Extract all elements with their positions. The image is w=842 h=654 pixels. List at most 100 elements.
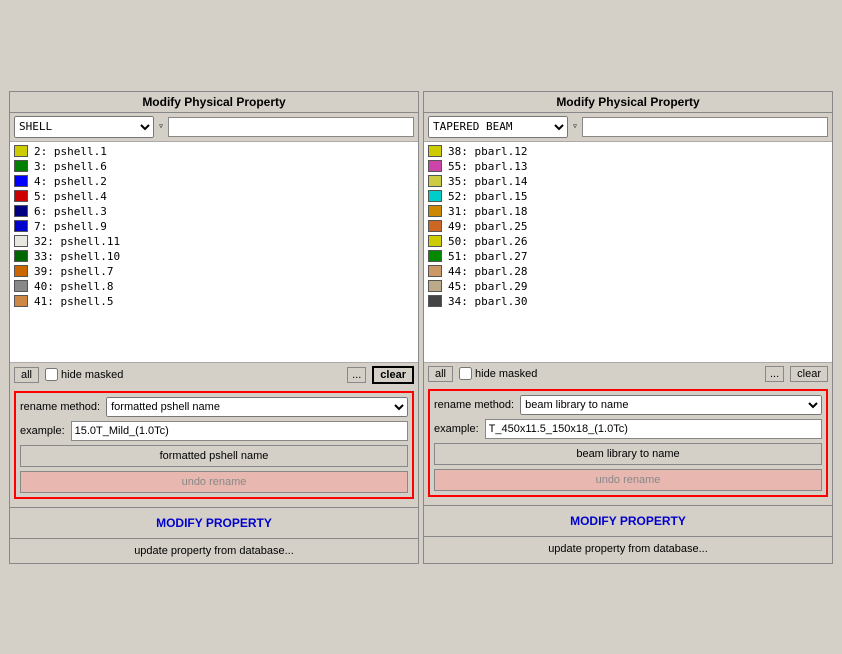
color-swatch [428,175,442,187]
list-item[interactable]: 50: pbarl.26 [428,234,828,249]
left-undo-rename-button[interactable]: undo rename [20,471,408,493]
right-rename-method-row: rename method: formatted pshell name bea… [434,395,822,415]
item-label: 4: pshell.2 [34,175,107,188]
list-item[interactable]: 34: pbarl.30 [428,294,828,309]
list-item[interactable]: 32: pshell.11 [14,234,414,249]
right-property-list[interactable]: 38: pbarl.1255: pbarl.1335: pbarl.1452: … [424,142,832,362]
list-item[interactable]: 52: pbarl.15 [428,189,828,204]
list-item[interactable]: 2: pshell.1 [14,144,414,159]
left-clear-button[interactable]: clear [372,366,414,384]
right-filter-input[interactable] [582,117,828,137]
left-rename-section: rename method: formatted pshell name bea… [14,391,414,499]
right-panel-title: Modify Physical Property [424,92,832,113]
left-rename-method-select[interactable]: formatted pshell name beam library to na… [106,397,408,417]
left-rename-button[interactable]: formatted pshell name [20,445,408,467]
left-example-label: example: [20,425,65,437]
item-label: 34: pbarl.30 [448,295,527,308]
item-label: 55: pbarl.13 [448,160,527,173]
list-item[interactable]: 51: pbarl.27 [428,249,828,264]
left-hide-masked-label: hide masked [45,368,123,381]
item-label: 52: pbarl.15 [448,190,527,203]
color-swatch [428,160,442,172]
right-clear-button[interactable]: clear [790,366,828,382]
right-dots-button[interactable]: ... [765,366,784,382]
right-undo-rename-button[interactable]: undo rename [434,469,822,491]
right-update-property-button[interactable]: update property from database... [424,537,832,561]
left-update-property-button[interactable]: update property from database... [10,539,418,563]
left-panel: Modify Physical Property SHELL ▿ 2: pshe… [9,91,419,564]
right-example-label: example: [434,423,479,435]
list-item[interactable]: 31: pbarl.18 [428,204,828,219]
color-swatch [428,250,442,262]
color-swatch [428,145,442,157]
right-panel-bottom: MODIFY PROPERTY update property from dat… [424,505,832,561]
left-hide-masked-checkbox[interactable] [45,368,58,381]
list-item[interactable]: 41: pshell.5 [14,294,414,309]
list-item[interactable]: 33: pshell.10 [14,249,414,264]
right-hide-masked-label: hide masked [459,367,537,380]
color-swatch [428,295,442,307]
item-label: 49: pbarl.25 [448,220,527,233]
right-hide-masked-checkbox[interactable] [459,367,472,380]
right-filter-icon: ▿ [572,121,578,132]
right-bottom-row: all hide masked ... clear [424,362,832,385]
left-filter-input[interactable] [168,117,414,137]
item-label: 7: pshell.9 [34,220,107,233]
right-rename-button[interactable]: beam library to name [434,443,822,465]
item-label: 40: pshell.8 [34,280,113,293]
color-swatch [14,295,28,307]
left-rename-method-label: rename method: [20,401,100,413]
list-item[interactable]: 44: pbarl.28 [428,264,828,279]
item-label: 6: pshell.3 [34,205,107,218]
list-item[interactable]: 6: pshell.3 [14,204,414,219]
list-item[interactable]: 38: pbarl.12 [428,144,828,159]
list-item[interactable]: 40: pshell.8 [14,279,414,294]
color-swatch [428,280,442,292]
left-all-button[interactable]: all [14,367,39,383]
left-modify-property-button[interactable]: MODIFY PROPERTY [10,508,418,539]
item-label: 51: pbarl.27 [448,250,527,263]
list-item[interactable]: 39: pshell.7 [14,264,414,279]
right-rename-method-select[interactable]: formatted pshell name beam library to na… [520,395,822,415]
left-property-type-select[interactable]: SHELL [14,116,154,138]
left-panel-title: Modify Physical Property [10,92,418,113]
left-property-list[interactable]: 2: pshell.1 3: pshell.6 4: pshell.25: pshe… [10,142,418,362]
color-swatch [428,205,442,217]
color-swatch [14,160,28,172]
left-example-row: example: [20,421,408,441]
item-label: 33: pshell.10 [34,250,120,263]
list-item[interactable]: 4: pshell.2 [14,174,414,189]
color-swatch [14,235,28,247]
color-swatch [428,220,442,232]
left-dots-button[interactable]: ... [347,367,366,383]
right-example-row: example: [434,419,822,439]
item-label: 41: pshell.5 [34,295,113,308]
right-modify-property-button[interactable]: MODIFY PROPERTY [424,506,832,537]
left-example-input[interactable] [71,421,408,441]
color-swatch [14,265,28,277]
list-item[interactable]: 3: pshell.6 [14,159,414,174]
list-item[interactable]: 55: pbarl.13 [428,159,828,174]
main-container: Modify Physical Property SHELL ▿ 2: pshe… [5,87,837,568]
left-panel-bottom: MODIFY PROPERTY update property from dat… [10,507,418,563]
color-swatch [14,190,28,202]
color-swatch [428,190,442,202]
right-rename-section: rename method: formatted pshell name bea… [428,389,828,497]
right-all-button[interactable]: all [428,366,453,382]
item-label: 2: pshell.1 [34,145,107,158]
right-example-input[interactable] [485,419,822,439]
list-item[interactable]: 49: pbarl.25 [428,219,828,234]
item-label: 3: pshell.6 [34,160,107,173]
color-swatch [14,175,28,187]
color-swatch [14,145,28,157]
left-rename-method-row: rename method: formatted pshell name bea… [20,397,408,417]
right-property-type-select[interactable]: TAPERED BEAM [428,116,568,138]
list-item[interactable]: 7: pshell.9 [14,219,414,234]
list-item[interactable]: 35: pbarl.14 [428,174,828,189]
item-label: 32: pshell.11 [34,235,120,248]
item-label: 45: pbarl.29 [448,280,527,293]
list-item[interactable]: 5: pshell.4 [14,189,414,204]
right-rename-method-label: rename method: [434,399,514,411]
list-item[interactable]: 45: pbarl.29 [428,279,828,294]
right-panel: Modify Physical Property TAPERED BEAM ▿ … [423,91,833,564]
